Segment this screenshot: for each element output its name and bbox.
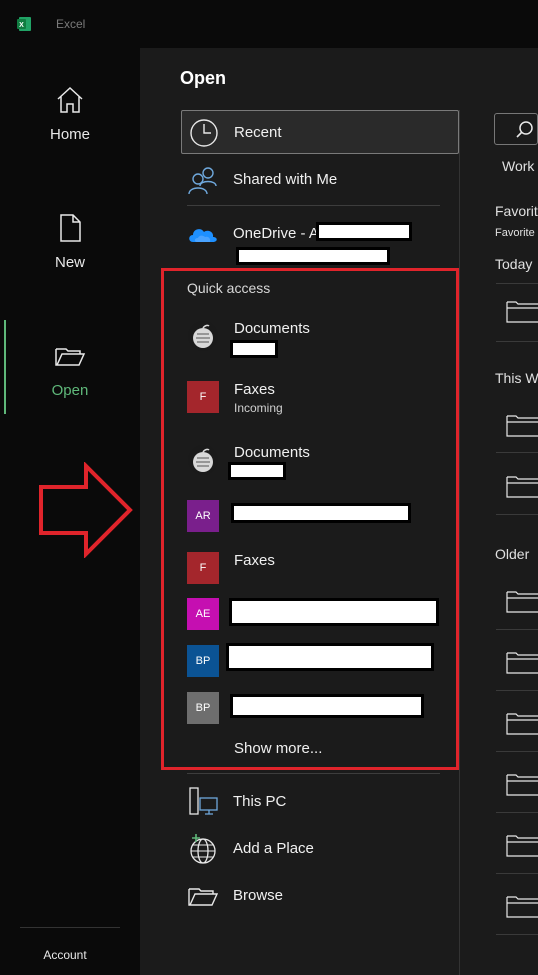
excel-logo-icon: X <box>17 17 31 31</box>
computer-icon <box>189 787 218 815</box>
folder-icon[interactable] <box>506 712 538 736</box>
location-this-pc[interactable]: This PC <box>181 780 459 824</box>
title-bar: X Excel <box>0 0 538 48</box>
nav-new[interactable]: New <box>0 212 140 312</box>
folder-icon[interactable] <box>506 300 538 324</box>
onedrive-cloud-icon <box>189 229 217 242</box>
list-divider <box>496 751 538 752</box>
list-divider <box>496 690 538 691</box>
nav-new-label: New <box>54 254 85 271</box>
location-recent[interactable]: Recent <box>181 110 459 154</box>
folder-icon[interactable] <box>506 651 538 675</box>
favorites-heading: Favorit <box>495 203 538 219</box>
folder-icon[interactable] <box>506 590 538 614</box>
list-divider <box>496 934 538 935</box>
people-icon <box>188 167 217 195</box>
nav-home-label: Home <box>49 126 90 143</box>
location-add-place-label: Add a Place <box>233 840 314 857</box>
home-icon <box>57 86 83 113</box>
group-today: Today <box>495 256 533 272</box>
svg-text:X: X <box>19 22 24 29</box>
list-divider <box>496 514 538 515</box>
list-divider <box>496 452 538 453</box>
location-onedrive-label: OneDrive - A <box>233 225 319 242</box>
column-divider <box>459 110 460 975</box>
tab-workbooks[interactable]: Work <box>502 158 534 174</box>
quick-access-divider <box>187 773 440 774</box>
location-shared-label: Shared with Me <box>233 171 338 188</box>
redaction-bar <box>316 222 412 241</box>
location-browse-label: Browse <box>233 887 284 904</box>
nav-home[interactable]: Home <box>0 84 140 184</box>
account-divider <box>20 927 120 928</box>
list-divider <box>496 341 538 342</box>
group-older: Older <box>495 546 530 562</box>
new-document-icon <box>60 214 81 242</box>
redaction-bar <box>236 247 390 265</box>
account-link[interactable]: Account <box>0 948 130 962</box>
location-shared[interactable]: Shared with Me <box>181 158 459 202</box>
app-title: Excel <box>56 17 86 31</box>
list-divider <box>496 629 538 630</box>
active-nav-indicator <box>4 320 6 414</box>
open-folder-icon <box>55 348 86 366</box>
folder-icon[interactable] <box>506 475 538 499</box>
folder-icon[interactable] <box>506 414 538 438</box>
folder-icon[interactable] <box>506 773 538 797</box>
nav-open-label: Open <box>51 382 89 399</box>
location-recent-label: Recent <box>234 124 282 141</box>
browse-folder-icon <box>188 888 219 906</box>
locations-divider <box>187 205 440 206</box>
favorites-text: Favorite <box>495 227 535 239</box>
list-divider <box>496 812 538 813</box>
location-this-pc-label: This PC <box>233 793 287 810</box>
annotation-arrow-icon <box>39 462 133 558</box>
annotation-highlight-box <box>161 268 459 770</box>
search-button[interactable] <box>494 113 538 145</box>
group-this-week: This W <box>495 370 538 386</box>
page-title: Open <box>180 68 227 88</box>
list-divider <box>496 873 538 874</box>
list-divider <box>496 283 538 284</box>
globe-add-icon <box>190 834 216 864</box>
location-browse[interactable]: Browse <box>181 874 459 918</box>
folder-icon[interactable] <box>506 834 538 858</box>
location-add-place[interactable]: Add a Place <box>181 827 459 871</box>
search-icon <box>516 121 533 138</box>
clock-icon <box>190 119 218 147</box>
nav-open[interactable]: Open <box>0 340 140 440</box>
folder-icon[interactable] <box>506 895 538 919</box>
